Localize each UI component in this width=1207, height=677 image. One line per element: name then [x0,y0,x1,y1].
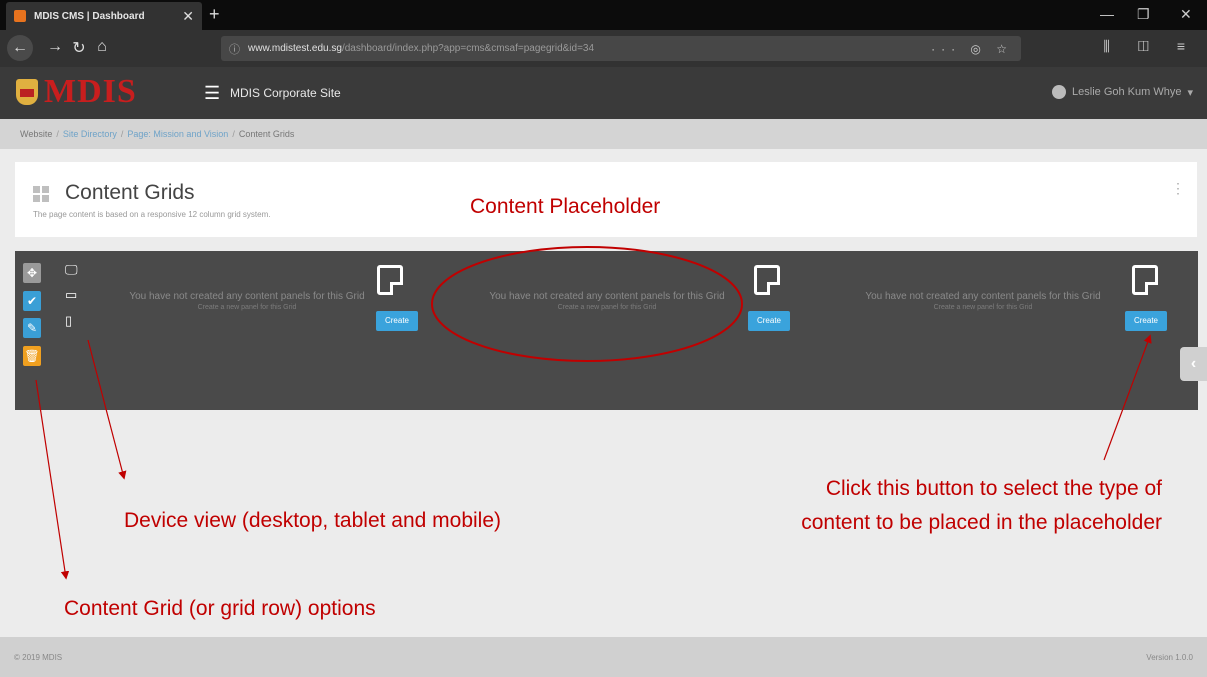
footer-copyright: © 2019 MDIS [14,652,63,662]
device-arrow [87,339,127,480]
placeholder-highlight-ellipse [431,246,743,362]
annotation-grid-options: Content Grid (or grid row) options [64,597,376,620]
footer: © 2019 MDIS Version 1.0.0 [0,637,1207,677]
grid-options-arrow [35,379,70,580]
create-button-arrow [1103,334,1152,461]
annotation-device-view: Device view (desktop, tablet and mobile) [124,509,502,532]
annotation-overlay [35,246,1152,580]
annotation-create-button: Click this button to select the type of … [801,477,1162,534]
annotation-content-placeholder: Content Placeholder [470,195,661,218]
footer-version: Version 1.0.0 [1146,652,1193,662]
